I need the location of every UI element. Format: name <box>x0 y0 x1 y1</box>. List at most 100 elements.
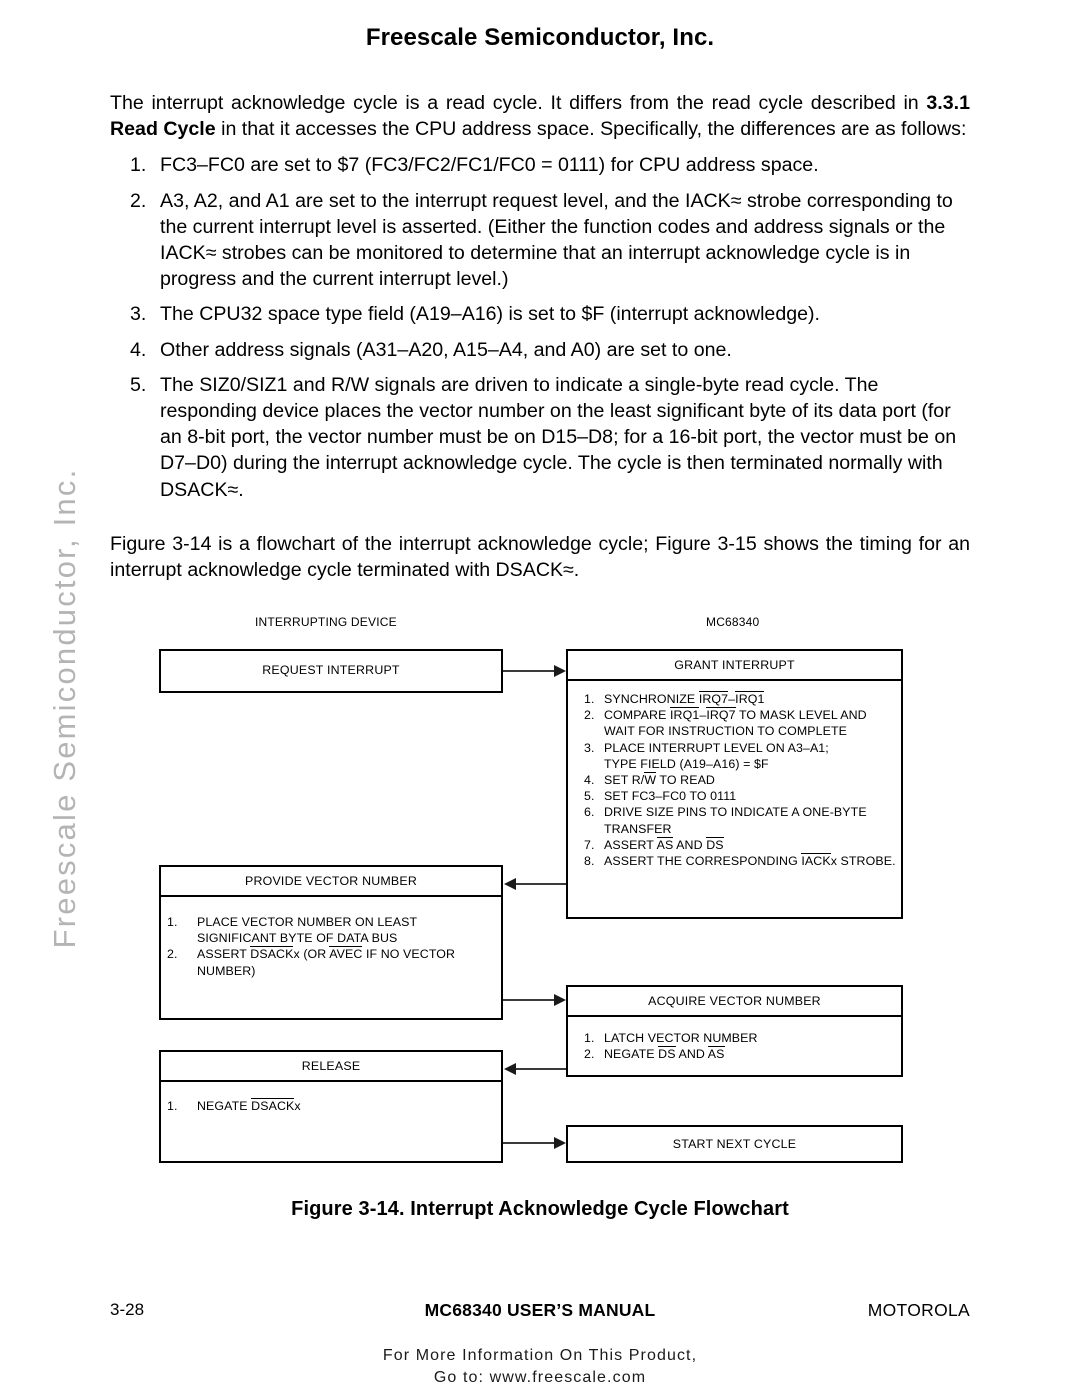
step-number: 2. <box>167 947 178 962</box>
list-item-number: 3. <box>130 303 147 326</box>
overbar-signal: DSACK <box>250 946 294 962</box>
step-text: LATCH VECTOR NUMBER <box>604 1031 758 1045</box>
step-continuation: SIGNIFICANT BYTE OF DATA BUS <box>197 931 398 946</box>
step-number: 1. <box>584 1031 595 1045</box>
note-line-2: Go to: www.freescale.com <box>433 1369 647 1386</box>
box-start-next-cycle: START NEXT CYCLE <box>566 1125 903 1163</box>
box-title: REQUEST INTERRUPT <box>262 663 400 677</box>
footer-brand: MOTOROLA <box>867 1300 970 1320</box>
step-text: COMPARE <box>604 708 670 723</box>
step-text: PLACE VECTOR NUMBER ON LEAST <box>197 915 418 929</box>
step-text: ASSERT THE CORRESPONDING <box>604 854 802 869</box>
interrupt-acknowledge-flowchart: INTERRUPTING DEVICE MC68340 REQUEST INTE… <box>0 605 1080 1175</box>
step-list: 1. NEGATE DSACKx <box>161 1098 501 1114</box>
overbar-signal: IRQ1 <box>669 707 700 723</box>
box-title: GRANT INTERRUPT <box>568 651 901 681</box>
note-line-1: For More Information On This Product, <box>382 1347 698 1364</box>
list-item: 4. Other address signals (A31–A20, A15–A4… <box>110 337 970 363</box>
step-item: 2. NEGATE DS AND AS <box>568 1046 901 1062</box>
step-item: 2. COMPARE IRQ1–IRQ7 TO MASK LEVEL AND WAI… <box>568 707 901 739</box>
box-body: 1. PLACE VECTOR NUMBER ON LEAST SIGNIFICAN… <box>161 897 501 979</box>
overbar-signal: AS <box>707 1046 725 1062</box>
list-item-text: FC3–FC0 are set to $7 (FC3/FC2/FC1/FC0 =… <box>160 154 819 177</box>
step-number: 8. <box>584 854 595 869</box>
step-text: ASSERT <box>604 837 657 852</box>
step-number: 1. <box>167 915 178 929</box>
numbered-list: 1. FC3–FC0 are set to $7 (FC3/FC2/FC1/FC0… <box>110 152 970 502</box>
box-title: START NEXT CYCLE <box>672 1137 797 1151</box>
step-number: 6. <box>584 805 595 820</box>
step-number: 7. <box>584 837 595 852</box>
page-header-title: Freescale Semiconductor, Inc. <box>365 24 715 51</box>
box-request-interrupt: REQUEST INTERRUPT <box>159 649 503 693</box>
step-text: TO READ <box>656 773 715 788</box>
list-item-number: 4. <box>130 338 147 361</box>
box-body: 1. NEGATE DSACKx <box>161 1082 501 1114</box>
box-title: ACQUIRE VECTOR NUMBER <box>568 987 901 1017</box>
overbar-signal: DS <box>706 836 724 852</box>
step-number: 4. <box>584 773 595 788</box>
overbar-signal: DS <box>658 1046 676 1062</box>
step-item: 1. NEGATE DSACKx <box>161 1098 501 1114</box>
list-item-text: The CPU32 space type field (A19–A16) is … <box>160 303 820 326</box>
step-item: 1. SYNCHRONIZE IRQ7–IRQ1 <box>568 691 901 707</box>
step-text: TO MASK LEVEL AND <box>735 708 867 723</box>
box-title: RELEASE <box>161 1052 501 1082</box>
arrow-acquire-to-release <box>504 1063 566 1075</box>
step-item: 3. PLACE INTERRUPT LEVEL ON A3–A1; TYPE FI… <box>568 740 901 772</box>
overbar-signal: DSACK <box>251 1098 295 1113</box>
step-number: 2. <box>584 1047 595 1062</box>
box-grant-interrupt: GRANT INTERRUPT 1. SYNCHRONIZE IRQ7–IRQ1 … <box>566 649 903 919</box>
step-text: x (OR <box>293 947 330 962</box>
list-item-text: The SIZ0/SIZ1 and R/W signals are driven… <box>160 373 957 501</box>
overbar-signal: AVEC <box>329 946 363 962</box>
box-acquire-vector-number: ACQUIRE VECTOR NUMBER 1. LATCH VECTOR NUM… <box>566 985 903 1077</box>
step-item: 6. DRIVE SIZE PINS TO INDICATE A ONE-BYTE… <box>568 804 901 836</box>
step-list: 1. SYNCHRONIZE IRQ7–IRQ1 2. COMPARE IRQ1–I… <box>568 691 901 869</box>
step-item: 1. PLACE VECTOR NUMBER ON LEAST SIGNIFICAN… <box>161 914 501 946</box>
step-list: 1. LATCH VECTOR NUMBER 2. NEGATE DS AND AS <box>568 1030 901 1062</box>
step-item: 1. LATCH VECTOR NUMBER <box>568 1030 901 1046</box>
step-continuation: TYPE FIELD (A19–A16) = $F <box>604 756 769 771</box>
arrow-grant-to-provide <box>504 878 566 890</box>
step-item: 5. SET FC3–FC0 TO 0111 <box>568 788 901 804</box>
step-text: x STROBE. <box>830 854 896 869</box>
list-item: 3. The CPU32 space type field (A19–A16) i… <box>110 301 970 327</box>
step-continuation: TRANSFER <box>604 821 672 836</box>
intro-text-part1: The interrupt acknowledge cycle is a rea… <box>110 92 927 114</box>
step-list: 1. PLACE VECTOR NUMBER ON LEAST SIGNIFICAN… <box>161 914 501 979</box>
overbar-signal: IRQ1 <box>735 691 765 706</box>
arrow-provide-to-acquire <box>503 994 566 1006</box>
step-item: 8. ASSERT THE CORRESPONDING IACKx STROBE. <box>568 853 901 869</box>
step-number: 3. <box>584 740 595 755</box>
arrow-release-to-start-next-cycle <box>503 1137 566 1149</box>
intro-paragraph: The interrupt acknowledge cycle is a rea… <box>110 90 970 142</box>
list-item: 5. The SIZ0/SIZ1 and R/W signals are driv… <box>110 372 970 503</box>
step-number: 1. <box>167 1099 178 1113</box>
list-item: 2. A3, A2, and A1 are set to the interrup… <box>110 188 970 293</box>
step-text: x <box>294 1099 301 1113</box>
step-text: ASSERT <box>197 947 251 962</box>
page-footer: 3-28 MC68340 USER’S MANUAL MOTOROLA <box>110 1300 970 1326</box>
list-item-number: 1. <box>130 154 147 177</box>
list-item-text: Other address signals (A31–A20, A15–A4, … <box>160 338 732 361</box>
list-item-text: A3, A2, and A1 are set to the interrupt … <box>160 189 953 291</box>
intro-text-part2: in that it accesses the CPU address spac… <box>215 118 967 141</box>
figure-reference-paragraph: Figure 3-14 is a flowchart of the interr… <box>110 532 970 582</box>
step-continuation: NUMBER) <box>197 963 256 978</box>
footer-manual-title: MC68340 USER’S MANUAL <box>424 1300 656 1320</box>
step-text: NEGATE <box>604 1047 659 1062</box>
list-item-number: 2. <box>130 189 147 212</box>
box-title: PROVIDE VECTOR NUMBER <box>161 867 501 897</box>
step-text: SET FC3–FC0 TO 0111 <box>604 789 737 804</box>
step-text: SET R/ <box>604 773 645 788</box>
step-text: IF NO VECTOR <box>362 947 456 962</box>
step-number: 1. <box>584 692 595 706</box>
list-item: 1. FC3–FC0 are set to $7 (FC3/FC2/FC1/FC0… <box>110 152 970 178</box>
step-text: SYNCHRONIZE <box>604 692 699 706</box>
arrow-request-to-grant <box>503 665 566 677</box>
step-text: AND <box>673 837 707 852</box>
overbar-signal: IRQ7 <box>706 707 736 723</box>
step-text: AND <box>675 1047 708 1062</box>
document-content: The interrupt acknowledge cycle is a rea… <box>110 90 970 584</box>
